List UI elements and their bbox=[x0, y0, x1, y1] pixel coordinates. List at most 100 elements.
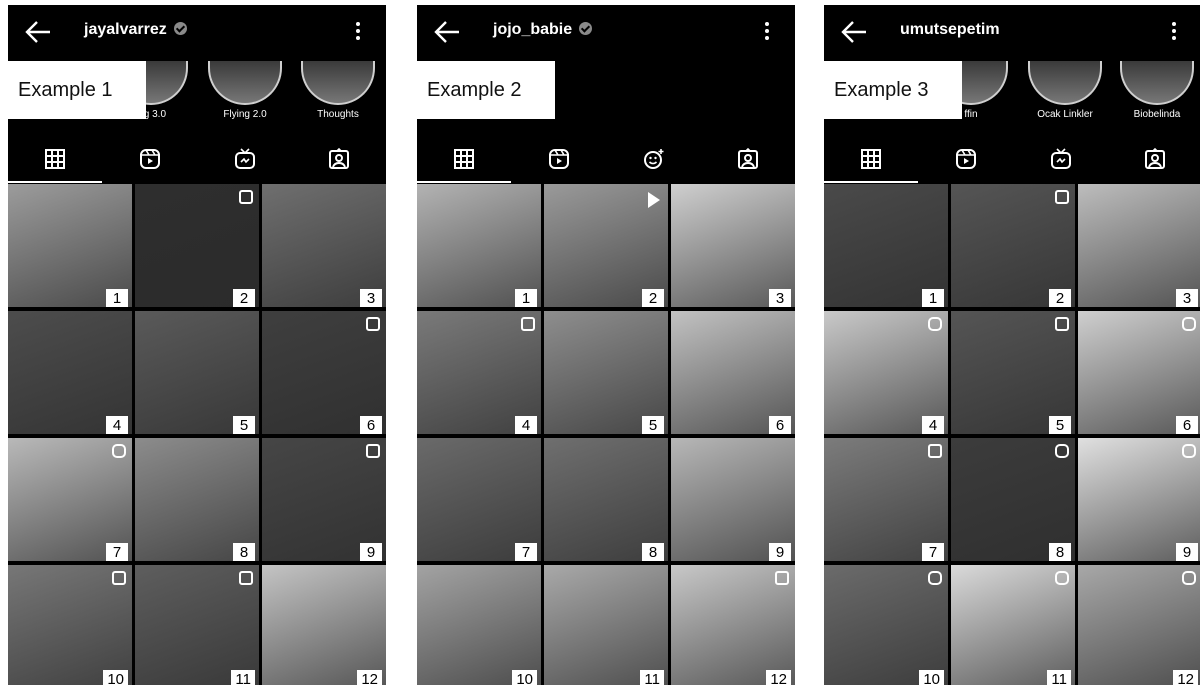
post-thumbnail[interactable]: 2 bbox=[951, 184, 1075, 307]
tab-grid[interactable] bbox=[417, 137, 511, 183]
profile-panel-2: jojo_babie Example 2 1 2 3 4 5 6 7 8 9 10 11 12 bbox=[417, 5, 795, 685]
carousel-icon bbox=[366, 317, 380, 331]
tile-number: 3 bbox=[360, 289, 382, 307]
username-text: jayalvarrez bbox=[84, 21, 167, 38]
post-thumbnail[interactable]: 9 bbox=[671, 438, 795, 561]
grid-icon bbox=[454, 149, 474, 169]
profile-panel-3: umutsepetim ffin Ocak Linkler Biobelinda… bbox=[824, 5, 1200, 685]
highlight-label: Thoughts bbox=[317, 109, 359, 120]
tile-number: 12 bbox=[766, 670, 791, 685]
post-thumbnail[interactable]: 9 bbox=[262, 438, 386, 561]
tile-number: 8 bbox=[642, 543, 664, 561]
post-thumbnail[interactable]: 5 bbox=[544, 311, 668, 434]
tile-number: 4 bbox=[922, 416, 944, 434]
tab-reels[interactable] bbox=[103, 137, 197, 181]
post-thumbnail[interactable]: 10 bbox=[8, 565, 132, 685]
carousel-icon bbox=[366, 444, 380, 458]
post-thumbnail[interactable]: 12 bbox=[262, 565, 386, 685]
tagged-icon bbox=[1145, 147, 1165, 169]
reels-icon bbox=[140, 149, 160, 169]
tile-number: 9 bbox=[769, 543, 791, 561]
post-thumbnail[interactable]: 5 bbox=[135, 311, 259, 434]
post-thumbnail[interactable]: 6 bbox=[262, 311, 386, 434]
tile-number: 5 bbox=[1049, 416, 1071, 434]
post-thumbnail[interactable]: 11 bbox=[951, 565, 1075, 685]
grid-icon bbox=[45, 149, 65, 169]
tile-number: 1 bbox=[515, 289, 537, 307]
post-thumbnail[interactable]: 8 bbox=[951, 438, 1075, 561]
tile-number: 10 bbox=[919, 670, 944, 685]
highlight-label: Biobelinda bbox=[1133, 109, 1181, 120]
tile-number: 6 bbox=[1176, 416, 1198, 434]
post-thumbnail[interactable]: 6 bbox=[671, 311, 795, 434]
carousel-icon bbox=[775, 571, 789, 585]
post-thumbnail[interactable]: 2 bbox=[544, 184, 668, 307]
igtv-badge-icon bbox=[1055, 444, 1069, 458]
tile-number: 9 bbox=[1176, 543, 1198, 561]
igtv-badge-icon bbox=[1182, 444, 1196, 458]
igtv-badge-icon bbox=[112, 444, 126, 458]
more-options-icon[interactable] bbox=[765, 22, 769, 42]
tile-number: 1 bbox=[922, 289, 944, 307]
post-thumbnail[interactable]: 11 bbox=[135, 565, 259, 685]
post-grid: 1 2 3 4 5 6 7 8 9 10 11 12 bbox=[824, 184, 1200, 685]
highlight-item[interactable]: Ocak Linkler bbox=[1020, 61, 1110, 120]
post-thumbnail[interactable]: 1 bbox=[8, 184, 132, 307]
tab-grid[interactable] bbox=[824, 137, 918, 183]
username-text: jojo_babie bbox=[493, 21, 573, 38]
post-thumbnail[interactable]: 3 bbox=[1078, 184, 1200, 307]
reels-icon bbox=[956, 149, 976, 169]
username: umutsepetim bbox=[900, 21, 1000, 39]
tile-number: 8 bbox=[233, 543, 255, 561]
post-thumbnail[interactable]: 3 bbox=[262, 184, 386, 307]
tab-igtv[interactable] bbox=[1014, 137, 1108, 181]
tab-tagged[interactable] bbox=[1108, 137, 1200, 181]
post-thumbnail[interactable]: 2 bbox=[135, 184, 259, 307]
tab-igtv[interactable] bbox=[198, 137, 292, 181]
post-thumbnail[interactable]: 5 bbox=[951, 311, 1075, 434]
video-icon bbox=[648, 192, 660, 208]
tab-reels[interactable] bbox=[919, 137, 1013, 181]
tab-reels[interactable] bbox=[512, 137, 606, 181]
verified-badge-icon bbox=[579, 22, 593, 35]
tile-number: 5 bbox=[233, 416, 255, 434]
post-thumbnail[interactable]: 9 bbox=[1078, 438, 1200, 561]
post-thumbnail[interactable]: 4 bbox=[824, 311, 948, 434]
tab-tagged[interactable] bbox=[292, 137, 386, 181]
post-thumbnail[interactable]: 4 bbox=[417, 311, 541, 434]
post-thumbnail[interactable]: 6 bbox=[1078, 311, 1200, 434]
post-thumbnail[interactable]: 3 bbox=[671, 184, 795, 307]
igtv-badge-icon bbox=[1055, 571, 1069, 585]
post-thumbnail[interactable]: 10 bbox=[417, 565, 541, 685]
post-thumbnail[interactable]: 7 bbox=[417, 438, 541, 561]
tagged-icon bbox=[738, 147, 758, 169]
tab-effects[interactable] bbox=[607, 137, 701, 181]
post-thumbnail[interactable]: 7 bbox=[8, 438, 132, 561]
post-grid: 1 2 3 4 5 6 7 8 9 10 11 12 bbox=[8, 184, 386, 685]
post-thumbnail[interactable]: 7 bbox=[824, 438, 948, 561]
more-options-icon[interactable] bbox=[356, 22, 360, 42]
tile-number: 7 bbox=[515, 543, 537, 561]
profile-tabs bbox=[417, 137, 795, 183]
post-thumbnail[interactable]: 12 bbox=[1078, 565, 1200, 685]
post-thumbnail[interactable]: 12 bbox=[671, 565, 795, 685]
post-thumbnail[interactable]: 1 bbox=[824, 184, 948, 307]
post-thumbnail[interactable]: 1 bbox=[417, 184, 541, 307]
tab-grid[interactable] bbox=[8, 137, 102, 183]
highlight-item[interactable]: Thoughts bbox=[293, 61, 383, 120]
back-arrow-icon[interactable] bbox=[24, 19, 52, 45]
post-thumbnail[interactable]: 4 bbox=[8, 311, 132, 434]
back-arrow-icon[interactable] bbox=[840, 19, 868, 45]
post-thumbnail[interactable]: 8 bbox=[544, 438, 668, 561]
tab-tagged[interactable] bbox=[701, 137, 795, 181]
highlight-item[interactable]: Biobelinda bbox=[1112, 61, 1200, 120]
more-options-icon[interactable] bbox=[1172, 22, 1176, 42]
tile-number: 4 bbox=[515, 416, 537, 434]
highlight-item[interactable]: Flying 2.0 bbox=[200, 61, 290, 120]
carousel-icon bbox=[239, 571, 253, 585]
carousel-icon bbox=[1055, 190, 1069, 204]
post-thumbnail[interactable]: 10 bbox=[824, 565, 948, 685]
post-thumbnail[interactable]: 11 bbox=[544, 565, 668, 685]
back-arrow-icon[interactable] bbox=[433, 19, 461, 45]
post-thumbnail[interactable]: 8 bbox=[135, 438, 259, 561]
